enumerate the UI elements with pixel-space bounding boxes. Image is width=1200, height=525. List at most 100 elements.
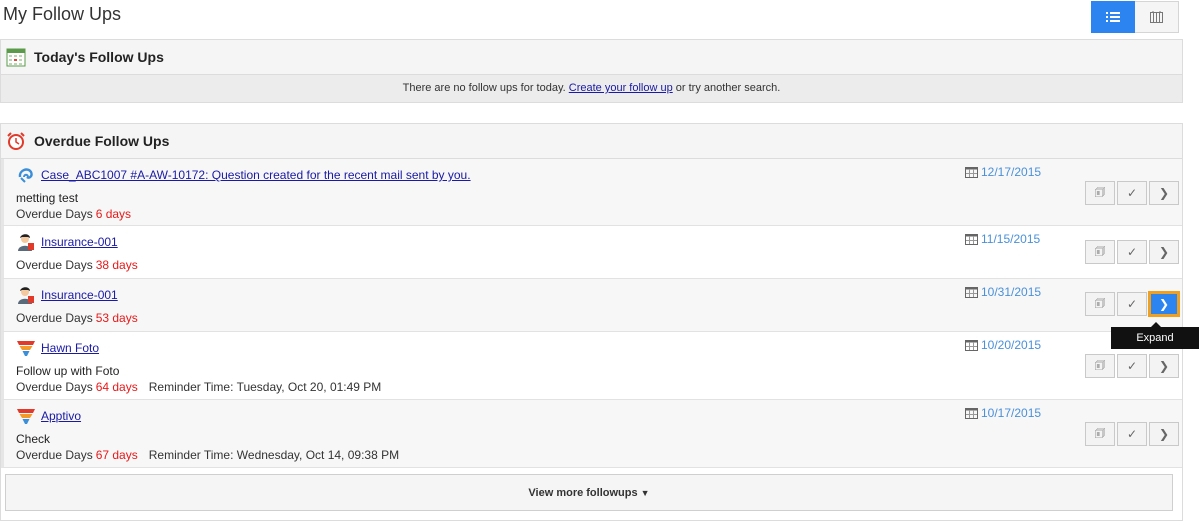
calendar-small-icon xyxy=(965,340,978,351)
overdue-days-value: 6 days xyxy=(95,207,132,221)
note-icon: 🗊 xyxy=(1094,295,1106,310)
calendar-small-icon xyxy=(965,234,978,245)
followup-title-link[interactable]: Case_ABC1007 #A-AW-10172: Question creat… xyxy=(41,168,471,182)
chevron-right-icon: ❯ xyxy=(1158,245,1170,259)
notes-button[interactable]: 🗊 xyxy=(1085,181,1115,205)
expand-button[interactable]: ❯ xyxy=(1149,354,1179,378)
notes-button[interactable]: 🗊 xyxy=(1085,354,1115,378)
followup-title-group: Hawn Foto xyxy=(16,338,99,358)
followup-title-group: Apptivo xyxy=(16,406,81,426)
complete-button[interactable]: ✓ xyxy=(1117,181,1147,205)
calendar-small-icon xyxy=(965,167,978,178)
case-icon xyxy=(18,168,33,183)
reminder-time: Reminder Time: Tuesday, Oct 20, 01:49 PM xyxy=(149,380,382,394)
followup-title-link[interactable]: Insurance-001 xyxy=(41,235,118,249)
followup-title-group: Insurance-001 xyxy=(16,232,118,252)
followup-date: 12/17/2015 xyxy=(965,165,1041,179)
contact-icon xyxy=(18,287,34,304)
check-icon: ✓ xyxy=(1126,245,1138,259)
followup-date-text: 10/20/2015 xyxy=(981,338,1042,352)
expand-button[interactable]: ❯ xyxy=(1149,422,1179,446)
calendar-grid-icon xyxy=(1150,11,1163,23)
followup-title-group: Insurance-001 xyxy=(16,285,118,305)
followup-row: Insurance-001 Overdue Days 53 days 10/31/… xyxy=(1,279,1182,332)
overdue-followups-panel: Overdue Follow Ups Case_ABC1007 #A-AW-10… xyxy=(0,123,1183,521)
chevron-right-icon: ❯ xyxy=(1158,427,1170,441)
check-icon: ✓ xyxy=(1126,359,1138,373)
overdue-days-value: 67 days xyxy=(95,448,138,462)
followup-date: 10/20/2015 xyxy=(965,338,1041,352)
followup-date-text: 10/17/2015 xyxy=(981,406,1042,420)
overdue-info: Overdue Days 38 days xyxy=(16,258,138,272)
check-icon: ✓ xyxy=(1126,297,1138,311)
reminder-value: Tuesday, Oct 20, 01:49 PM xyxy=(236,380,382,394)
reminder-time: Reminder Time: Wednesday, Oct 14, 09:38 … xyxy=(149,448,399,462)
reminder-value: Wednesday, Oct 14, 09:38 PM xyxy=(236,448,400,462)
followup-title-link[interactable]: Insurance-001 xyxy=(41,288,118,302)
complete-button[interactable]: ✓ xyxy=(1117,292,1147,316)
check-icon: ✓ xyxy=(1126,427,1138,441)
today-followups-panel: Today's Follow Ups There are no follow u… xyxy=(0,39,1183,103)
followup-date-text: 12/17/2015 xyxy=(981,165,1042,179)
expand-tooltip: Expand xyxy=(1111,322,1199,349)
followup-row: Insurance-001 Overdue Days 38 days 11/15/… xyxy=(1,226,1182,279)
overdue-panel-header: Overdue Follow Ups xyxy=(1,124,1182,159)
today-panel-title: Today's Follow Ups xyxy=(34,49,164,65)
complete-button[interactable]: ✓ xyxy=(1117,240,1147,264)
row-actions: 🗊 ✓ ❯ xyxy=(1085,240,1181,264)
overdue-days-label: Overdue Days xyxy=(16,207,93,221)
notes-button[interactable]: 🗊 xyxy=(1085,422,1115,446)
empty-text-after: or try another search. xyxy=(675,82,781,94)
expand-button[interactable]: ❯ xyxy=(1148,291,1180,317)
view-more-button[interactable]: View more followups ▼ xyxy=(5,474,1173,511)
followup-title-link[interactable]: Hawn Foto xyxy=(41,341,99,355)
followup-note: Check xyxy=(16,432,51,446)
note-icon: 🗊 xyxy=(1094,184,1106,199)
overdue-info: Overdue Days 67 days Reminder Time: Wednes… xyxy=(16,448,399,462)
followup-date-text: 11/15/2015 xyxy=(981,232,1041,246)
expand-button[interactable]: ❯ xyxy=(1149,181,1179,205)
today-empty-message: There are no follow ups for today. Creat… xyxy=(1,75,1182,102)
calendar-view-button[interactable] xyxy=(1135,1,1179,33)
alarm-clock-icon xyxy=(7,132,25,150)
reminder-label: Reminder Time: xyxy=(148,380,234,394)
today-panel-header: Today's Follow Ups xyxy=(1,40,1182,75)
list-icon xyxy=(1106,12,1120,22)
create-followup-link[interactable]: Create your follow up xyxy=(569,82,673,94)
calendar-small-icon xyxy=(965,408,978,419)
expand-button[interactable]: ❯ xyxy=(1149,240,1179,264)
reminder-label: Reminder Time: xyxy=(148,448,234,462)
notes-button[interactable]: 🗊 xyxy=(1085,240,1115,264)
notes-button[interactable]: 🗊 xyxy=(1085,292,1115,316)
followup-date: 11/15/2015 xyxy=(965,232,1040,246)
overdue-days-value: 53 days xyxy=(95,311,138,325)
empty-text-before: There are no follow ups for today. xyxy=(402,82,566,94)
note-icon: 🗊 xyxy=(1094,357,1106,372)
overdue-days-value: 38 days xyxy=(95,258,138,272)
followup-title-link[interactable]: Apptivo xyxy=(41,409,81,423)
followup-title-group: Case_ABC1007 #A-AW-10172: Question creat… xyxy=(16,165,471,185)
contact-icon xyxy=(18,234,34,251)
followup-note: metting test xyxy=(16,191,79,205)
calendar-small-icon xyxy=(965,287,978,298)
followup-date: 10/17/2015 xyxy=(965,406,1041,420)
overdue-days-label: Overdue Days xyxy=(16,448,93,462)
chevron-right-icon: ❯ xyxy=(1158,186,1170,200)
followup-row: Apptivo Check Overdue Days 67 days Reminde… xyxy=(1,400,1182,468)
chevron-right-icon: ❯ xyxy=(1158,297,1170,311)
note-icon: 🗊 xyxy=(1094,243,1106,258)
note-icon: 🗊 xyxy=(1094,425,1106,440)
list-view-button[interactable] xyxy=(1091,1,1135,33)
overdue-days-label: Overdue Days xyxy=(16,311,93,325)
followup-row: Case_ABC1007 #A-AW-10172: Question creat… xyxy=(1,159,1182,226)
row-actions: 🗊 ✓ ❯ xyxy=(1085,291,1181,317)
view-more-label: View more followups xyxy=(528,487,638,499)
chevron-right-icon: ❯ xyxy=(1158,359,1170,373)
overdue-panel-title: Overdue Follow Ups xyxy=(34,133,170,149)
complete-button[interactable]: ✓ xyxy=(1117,422,1147,446)
row-actions: 🗊 ✓ ❯ xyxy=(1085,422,1181,446)
followup-note: Follow up with Foto xyxy=(16,364,120,378)
complete-button[interactable]: ✓ xyxy=(1117,354,1147,378)
followup-date-text: 10/31/2015 xyxy=(981,285,1042,299)
check-icon: ✓ xyxy=(1126,186,1138,200)
